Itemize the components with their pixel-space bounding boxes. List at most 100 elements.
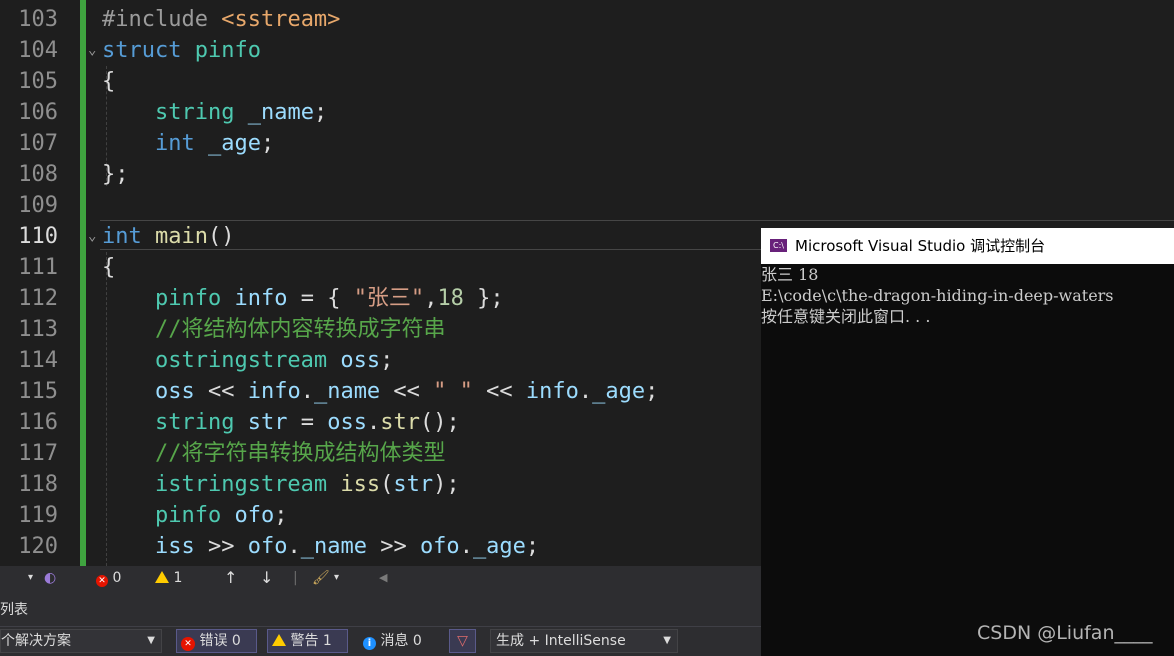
code-token: _name [313,379,381,404]
code-text[interactable]: int _age; [102,128,274,159]
code-line[interactable]: 108}; [0,159,1174,190]
intellicode-icon[interactable]: ◐ [44,566,56,590]
code-token: ; [380,348,394,373]
line-number: 119 [18,503,58,528]
errors-filter-label: 错误 0 [199,633,241,649]
code-line[interactable]: 103 #include <sstream> [0,4,1174,35]
code-text[interactable]: int main() [102,221,234,252]
line-number: 109 [18,193,58,218]
code-token: iss [154,534,195,559]
code-token: //将结构体内容转换成字符串 [154,317,446,342]
code-token: pinfo [194,38,261,63]
previous-issue-icon[interactable]: ↑ [224,566,237,590]
code-token: = { [287,286,354,311]
code-text[interactable]: string str = oss.str(); [102,407,460,438]
code-token: int [102,224,142,249]
dropdown-arrow-icon[interactable]: ▾ [28,566,33,590]
code-text[interactable]: pinfo ofo; [102,500,287,531]
console-title: Microsoft Visual Studio 调试控制台 [795,237,1046,255]
code-text[interactable]: struct pinfo [102,35,261,66]
code-token: str [247,410,288,435]
code-cleanup-brush-icon[interactable]: 🖌 [312,566,330,590]
code-token: ; [274,503,288,528]
code-token: _age [592,379,646,404]
code-token: str [380,410,420,435]
csdn-watermark: CSDN @Liufan____ [977,622,1153,644]
code-token: <sstream> [221,7,341,32]
code-line[interactable]: 109 [0,190,1174,221]
console-app-icon: C:\ [770,239,787,252]
next-issue-icon[interactable]: ↓ [260,566,273,590]
build-intellisense-select[interactable]: 生成 + IntelliSense ▼ [490,629,678,653]
code-text[interactable]: iss >> ofo._name >> ofo._age; [102,531,539,562]
code-line[interactable]: 106 string _name; [0,97,1174,128]
code-token: ); [433,472,460,497]
code-text[interactable]: ostringstream oss; [102,345,393,376]
code-text[interactable]: pinfo info = { "张三",18 }; [102,283,504,314]
code-line[interactable]: 105 { [0,66,1174,97]
code-text[interactable]: { [102,252,115,283]
error-count: 0 [112,570,122,586]
code-text[interactable]: #include <sstream> [102,4,340,35]
code-text[interactable]: //将字符串转换成结构体类型 [102,438,446,469]
filter-icon: ▽ [457,633,468,649]
error-count-indicator[interactable]: ✕ 0 [96,566,121,590]
messages-filter-button[interactable]: i 消息 0 [358,629,438,653]
code-text[interactable]: istringstream iss(str); [102,469,460,500]
code-token: . [300,379,314,404]
fold-toggle-icon[interactable]: ⌄ [88,35,100,66]
filter-toggle-button[interactable]: ▽ [449,629,476,653]
errors-filter-button[interactable]: ✕ 错误 0 [176,629,257,653]
code-text[interactable]: string _name; [102,97,327,128]
line-number: 108 [18,162,58,187]
panel-title: 列表 [0,602,28,618]
warning-count-indicator[interactable]: 1 [155,566,182,590]
line-number: 104 [18,38,58,63]
code-token: pinfo [154,503,222,528]
code-text[interactable]: //将结构体内容转换成字符串 [102,314,446,345]
editor-status-strip: ▾ ◐ ✕ 0 1 ↑ ↓ | 🖌 ▾ ◀ [0,566,761,590]
code-line[interactable]: 104 ⌄ struct pinfo [0,35,1174,66]
warnings-filter-button[interactable]: 警告 1 [267,629,348,653]
code-token: info [234,286,288,311]
info-icon: i [363,637,376,650]
console-title-bar[interactable]: C:\ Microsoft Visual Studio 调试控制台 [761,228,1174,264]
build-intellisense-value: 生成 + IntelliSense [496,633,626,649]
scroll-left-icon[interactable]: ◀ [379,566,387,590]
scope-select-value: 个解决方案 [1,633,71,649]
code-token: >> [194,534,248,559]
chevron-down-icon[interactable]: ▾ [334,566,339,590]
line-number: 106 [18,100,58,125]
code-token: _name [300,534,367,559]
code-token: . [578,379,593,404]
code-line[interactable]: 107 int _age; [0,128,1174,159]
scope-select[interactable]: 个解决方案 ▼ [0,629,162,653]
code-text[interactable]: }; [102,159,129,190]
code-token: ostringstream [154,348,328,373]
code-text[interactable]: oss << info._name << " " << info._age; [102,376,658,407]
warning-count: 1 [173,570,183,586]
fold-toggle-icon[interactable]: ⌄ [88,221,100,252]
code-token: main [155,224,208,249]
code-text[interactable]: { [102,66,115,97]
line-number: 111 [18,255,58,280]
debug-console-window[interactable]: C:\ Microsoft Visual Studio 调试控制台 张三 18 … [761,228,1174,656]
line-number: 114 [18,348,58,373]
code-token: _age [207,131,261,156]
code-token: () [207,224,235,249]
messages-filter-label: 消息 0 [380,633,422,649]
code-token: = [287,410,328,435]
console-output-line: 张三 18 [761,265,819,284]
code-token: }; [463,286,504,311]
